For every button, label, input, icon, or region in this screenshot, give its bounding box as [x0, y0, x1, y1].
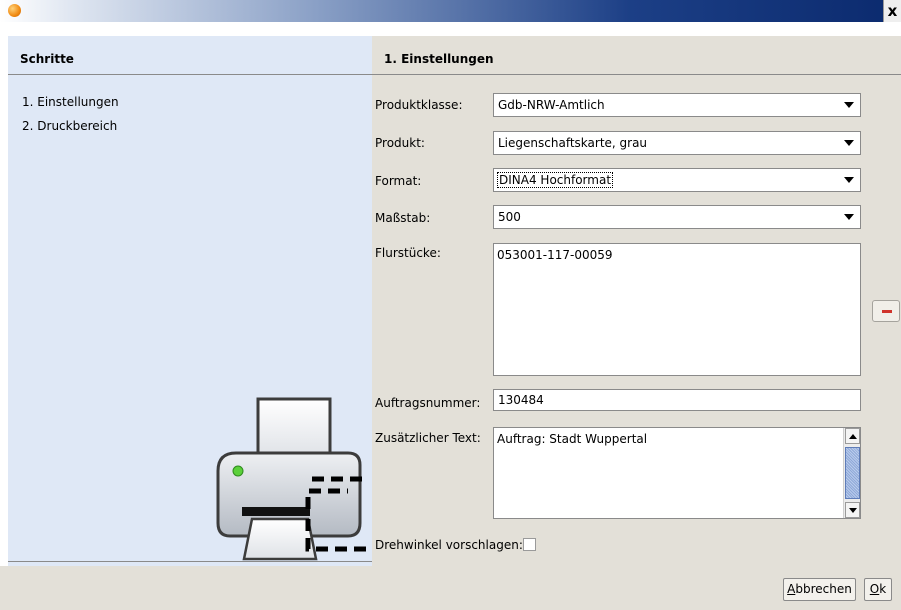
- auftragsnummer-input[interactable]: 130484: [493, 389, 861, 411]
- settings-panel: 1. Einstellungen Produktklasse: Gdb-NRW-…: [372, 36, 901, 566]
- massstab-value: 500: [498, 210, 521, 224]
- chevron-down-icon: [844, 214, 854, 220]
- zusatztext-textarea[interactable]: Auftrag: Stadt Wuppertal: [493, 427, 861, 519]
- app-icon: [8, 4, 21, 17]
- produktklasse-label: Produktklasse:: [375, 98, 463, 112]
- cancel-button[interactable]: Abbrechen: [783, 578, 856, 601]
- flurstueck-item[interactable]: 053001-117-00059: [497, 248, 613, 262]
- close-button[interactable]: x: [883, 0, 901, 22]
- cancel-label: bbrechen: [795, 582, 852, 596]
- remove-flurstueck-button[interactable]: [872, 300, 900, 322]
- step-druckbereich[interactable]: 2. Druckbereich: [22, 118, 119, 142]
- chevron-down-icon: [844, 140, 854, 146]
- scroll-down-icon[interactable]: [845, 502, 860, 518]
- page-title: 1. Einstellungen: [384, 52, 494, 66]
- flurstuecke-list[interactable]: 053001-117-00059: [493, 243, 861, 376]
- zusatztext-scrollbar[interactable]: [843, 428, 860, 518]
- massstab-label: Maßstab:: [375, 211, 431, 225]
- produktklasse-select[interactable]: Gdb-NRW-Amtlich: [493, 93, 861, 117]
- produkt-label: Produkt:: [375, 136, 425, 150]
- steps-bottom-divider: [8, 561, 372, 562]
- ok-button[interactable]: Ok: [864, 578, 892, 601]
- auftragsnummer-value: 130484: [498, 393, 544, 407]
- steps-title: Schritte: [20, 52, 74, 66]
- minus-icon: [882, 310, 892, 313]
- produkt-value: Liegenschaftskarte, grau: [498, 136, 648, 150]
- scroll-up-icon[interactable]: [845, 428, 860, 444]
- printer-icon: [216, 397, 368, 561]
- chevron-down-icon: [844, 177, 854, 183]
- ok-mnemonic: O: [869, 582, 880, 596]
- steps-panel: Schritte 1. Einstellungen 2. Druckbereic…: [8, 36, 372, 566]
- flurstuecke-label: Flurstücke:: [375, 246, 441, 260]
- format-select[interactable]: DINA4 Hochformat: [493, 168, 861, 192]
- produkt-select[interactable]: Liegenschaftskarte, grau: [493, 131, 861, 155]
- zusatztext-label: Zusätzlicher Text:: [375, 431, 481, 445]
- chevron-down-icon: [844, 102, 854, 108]
- format-label: Format:: [375, 174, 422, 188]
- massstab-select[interactable]: 500: [493, 205, 861, 229]
- produktklasse-value: Gdb-NRW-Amtlich: [498, 98, 605, 112]
- zusatztext-value: Auftrag: Stadt Wuppertal: [497, 432, 648, 446]
- scroll-thumb[interactable]: [845, 447, 860, 499]
- window-titlebar: x: [0, 0, 901, 22]
- steps-divider: [8, 74, 372, 75]
- dialog-footer: Abbrechen Ok: [0, 566, 901, 610]
- title-divider: [372, 74, 901, 75]
- ok-label: k: [879, 582, 887, 596]
- drehwinkel-label: Drehwinkel vorschlagen:: [375, 538, 523, 552]
- format-value: DINA4 Hochformat: [497, 172, 614, 188]
- drehwinkel-checkbox[interactable]: [523, 538, 536, 551]
- step-einstellungen[interactable]: 1. Einstellungen: [22, 94, 119, 118]
- steps-list: 1. Einstellungen 2. Druckbereich: [22, 94, 119, 142]
- auftragsnummer-label: Auftragsnummer:: [375, 396, 481, 410]
